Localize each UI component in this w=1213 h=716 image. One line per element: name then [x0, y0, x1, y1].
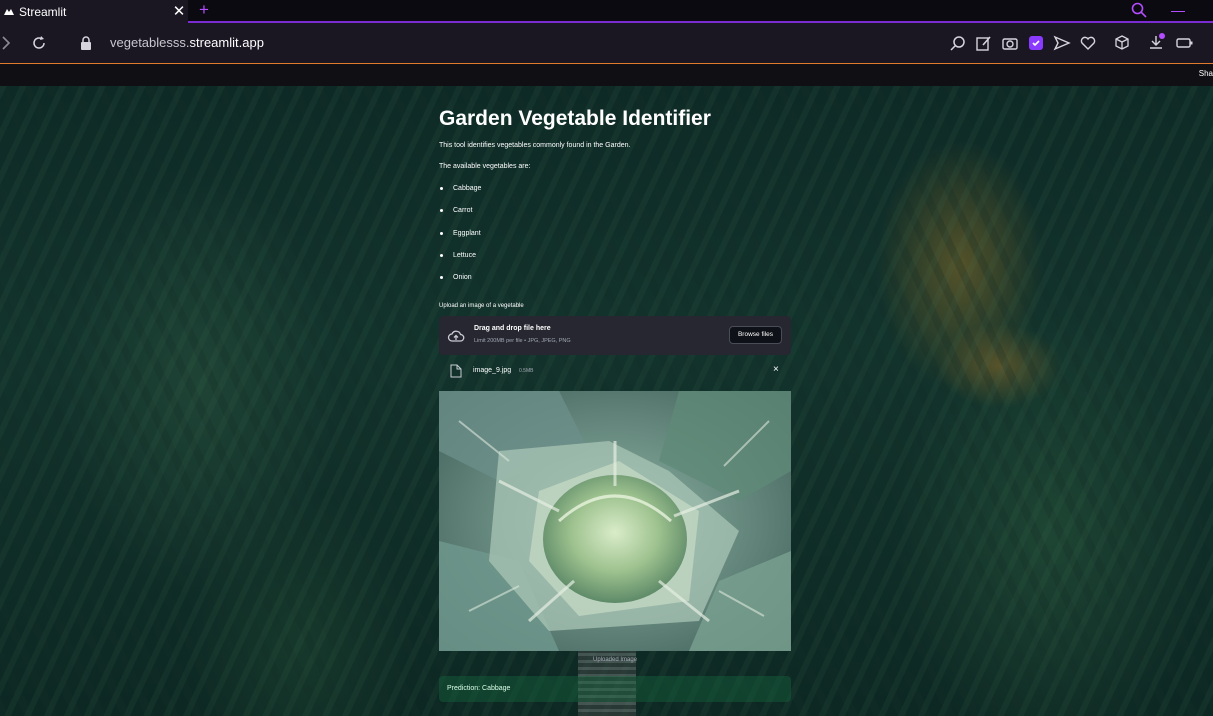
uploaded-file-row: image_9.jpg 0.5MB ×	[439, 361, 791, 381]
search-tabs-icon[interactable]	[1130, 1, 1148, 19]
streamlit-logo-icon	[4, 8, 14, 15]
page-title: Garden Vegetable Identifier	[439, 107, 711, 130]
battery-icon[interactable]	[1174, 33, 1194, 53]
url-prefix: vegetablesss.	[110, 35, 190, 50]
dropzone-subtitle: Limit 200MB per file • JPG, JPEG, PNG	[474, 338, 571, 344]
uploaded-image	[439, 391, 791, 651]
cube-icon[interactable]	[1112, 33, 1132, 53]
available-heading: The available vegetables are:	[439, 163, 531, 170]
zoom-icon[interactable]	[948, 33, 968, 53]
bookmarks-bar: Sha	[0, 64, 1213, 86]
image-caption: Uploaded Image	[592, 657, 638, 663]
tab-close-icon[interactable]: ✕	[170, 0, 188, 23]
list-item: Onion	[439, 274, 481, 296]
address-bar-url[interactable]: vegetablesss.streamlit.app	[110, 35, 264, 50]
forward-icon[interactable]	[0, 33, 14, 53]
file-name: image_9.jpg	[473, 367, 512, 374]
app-description: This tool identifies vegetables commonly…	[439, 142, 631, 149]
file-dropzone[interactable]: Drag and drop file here Limit 200MB per …	[439, 316, 791, 355]
remove-file-icon[interactable]: ×	[773, 364, 779, 375]
url-domain: streamlit.app	[189, 35, 264, 50]
browse-files-button[interactable]: Browse files	[729, 326, 782, 344]
reload-icon[interactable]	[30, 34, 48, 52]
lock-icon[interactable]	[79, 35, 93, 51]
file-size: 0.5MB	[519, 368, 534, 374]
list-item: Cabbage	[439, 185, 481, 207]
download-icon[interactable]	[1146, 33, 1166, 53]
shield-icon[interactable]	[1026, 33, 1046, 53]
tab-streamlit[interactable]: Streamlit ✕	[0, 0, 188, 23]
app-page: Garden Vegetable Identifier This tool id…	[0, 86, 1213, 716]
cabbage-image	[439, 391, 791, 651]
heart-icon[interactable]	[1078, 33, 1098, 53]
toolbar-icons	[948, 33, 1200, 53]
browser-window: Streamlit ✕ + vegetablesss.streamlit.app	[0, 0, 1213, 716]
list-item: Carrot	[439, 207, 481, 229]
tab-title: Streamlit	[19, 4, 67, 19]
tab-strip: Streamlit ✕ +	[0, 0, 1213, 23]
dropzone-title: Drag and drop file here	[474, 325, 551, 332]
cloud-upload-icon	[447, 330, 465, 342]
vegetable-list: Cabbage Carrot Eggplant Lettuce Onion	[439, 185, 481, 296]
list-item: Eggplant	[439, 230, 481, 252]
list-item: Lettuce	[439, 252, 481, 274]
share-button[interactable]: Sha	[1199, 69, 1213, 78]
file-icon	[450, 364, 462, 378]
minimize-icon[interactable]	[1171, 11, 1185, 12]
uploader-label: Upload an image of a vegetable	[439, 303, 524, 309]
edit-icon[interactable]	[974, 33, 994, 53]
camera-icon[interactable]	[1000, 33, 1020, 53]
new-tab-button[interactable]: +	[196, 0, 212, 23]
address-bar-row: vegetablesss.streamlit.app	[0, 23, 1213, 63]
prediction-alert: Prediction: Cabbage	[439, 676, 791, 702]
send-icon[interactable]	[1052, 33, 1072, 53]
prediction-text: Prediction: Cabbage	[447, 685, 511, 692]
